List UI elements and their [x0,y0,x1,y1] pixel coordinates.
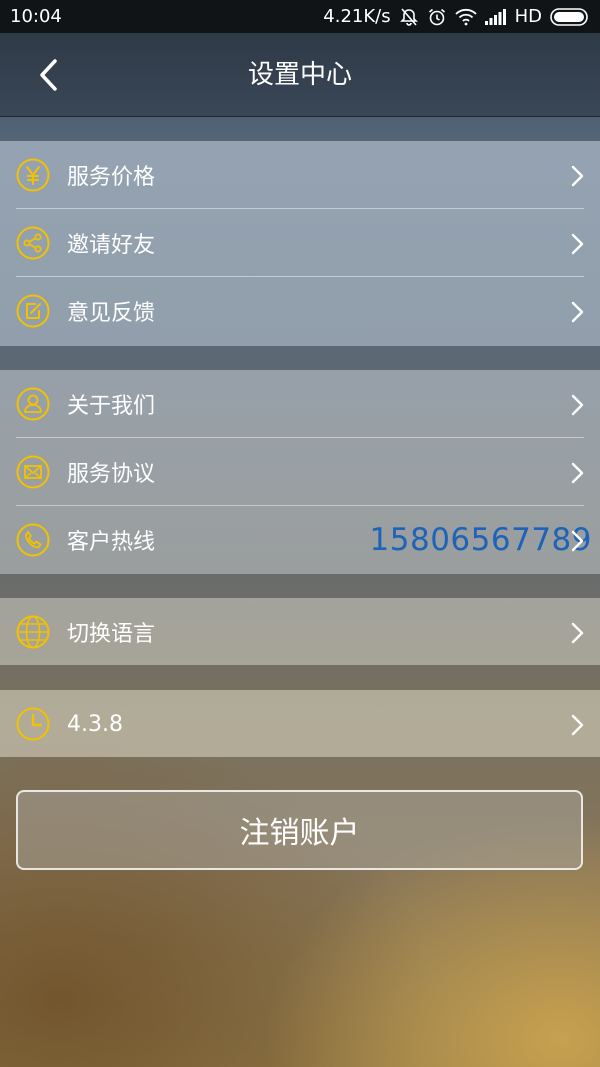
settings-group-4: 4.3.8 [0,690,600,757]
hotline-number[interactable]: 15806567789 [370,522,592,558]
menu-item-label: 关于我们 [67,394,156,419]
menu-item-label: 服务协议 [67,462,156,487]
back-button[interactable] [26,53,70,97]
menu-item-label: 服务价格 [67,165,156,190]
menu-item-label: 切换语言 [67,622,156,647]
signal-icon [484,8,506,25]
feedback-icon [16,294,50,328]
menu-item-version[interactable]: 4.3.8 [0,690,600,758]
menu-item-switch-language[interactable]: 切换语言 [0,598,600,666]
person-icon [16,387,50,421]
chevron-right-icon [571,714,584,736]
mute-icon [399,7,418,26]
page-title: 设置中心 [247,60,352,90]
chevron-right-icon [571,462,584,484]
menu-item-about-us[interactable]: 关于我们 [0,370,600,438]
settings-group-2: 关于我们 服务协议 客户热线 15806567789 [0,370,600,574]
network-type: HD [514,6,542,27]
chevron-right-icon [571,622,584,644]
status-bar: 10:04 4.21K/s HD [0,0,600,33]
chevron-right-icon [571,394,584,416]
menu-item-label: 客户热线 [67,530,156,555]
alarm-icon [428,8,445,25]
wifi-icon [454,8,477,25]
clock-icon [16,707,50,741]
status-time: 10:04 [10,6,62,27]
status-icons: 4.21K/s HD [323,6,590,27]
network-speed: 4.21K/s [323,6,391,27]
chevron-right-icon [571,233,584,255]
menu-item-customer-hotline[interactable]: 客户热线 15806567789 [0,506,600,574]
settings-group-1: 服务价格 邀请好友 意见反馈 [0,141,600,346]
phone-icon [16,523,50,557]
logout-button[interactable]: 注销账户 [16,790,583,870]
menu-item-label: 意见反馈 [67,301,156,326]
envelope-icon [16,455,50,489]
globe-icon [16,615,50,649]
menu-item-service-agreement[interactable]: 服务协议 [0,438,600,506]
menu-item-invite-friends[interactable]: 邀请好友 [0,209,600,277]
menu-item-feedback[interactable]: 意见反馈 [0,277,600,345]
menu-item-service-price[interactable]: 服务价格 [0,141,600,209]
menu-item-label: 邀请好友 [67,233,156,258]
chevron-right-icon [571,301,584,323]
chevron-right-icon [571,530,584,552]
yen-icon [16,158,50,192]
share-icon [16,226,50,260]
chevron-left-icon [40,59,57,91]
title-bar: 设置中心 [0,33,600,117]
settings-group-3: 切换语言 [0,598,600,665]
chevron-right-icon [571,165,584,187]
battery-icon [550,7,588,26]
version-label: 4.3.8 [67,711,123,737]
